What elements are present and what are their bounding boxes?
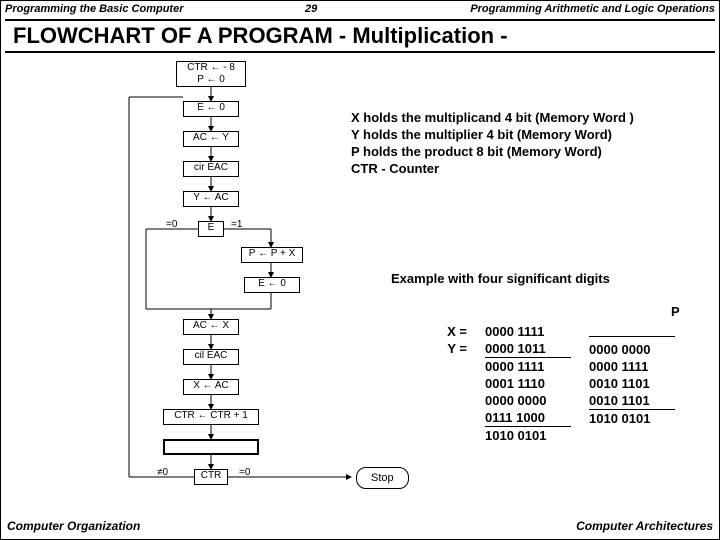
box-empty [163,439,259,455]
footer: Computer Organization Computer Architect… [7,519,713,533]
init-p: P ← 0 [177,74,245,86]
header-left: Programming the Basic Computer [5,3,183,15]
desc-line-3: P holds the product 8 bit (Memory Word) [351,143,634,160]
description: X holds the multiplicand 4 bit (Memory W… [351,109,634,177]
label-e-left: =0 [166,219,177,230]
init-ctr: CTR ← - 8 [177,62,245,74]
page-number: 29 [305,3,317,15]
box-cir-eac: cir EAC [183,161,239,177]
box-ctr: CTR [194,469,228,485]
desc-line-2: Y holds the multiplier 4 bit (Memory Wor… [351,126,634,143]
box-cil-eac: cil EAC [183,349,239,365]
box-init: CTR ← - 8 P ← 0 [176,61,246,87]
example-labels: X = Y = [431,323,467,444]
page: Programming the Basic Computer 29 Progra… [0,0,720,540]
box-e-zero-2: E ← 0 [244,277,300,293]
box-e: E [198,221,224,237]
flowchart: CTR ← - 8 P ← 0 E ← 0 AC ← Y cir EAC Y ←… [121,61,351,511]
box-x-ac: X ← AC [183,379,239,395]
header: Programming the Basic Computer 29 Progra… [5,3,715,15]
label-ctr-left: ≠0 [157,467,168,478]
example-col1: 0000 11110000 10110000 11110001 11100000… [485,323,571,444]
box-ac-y: AC ← Y [183,131,239,147]
stop-terminal: Stop [356,467,409,489]
p-label: P [671,304,680,319]
label-ctr-right: =0 [239,467,250,478]
footer-right: Computer Architectures [576,519,713,533]
box-y-ac: Y ← AC [183,191,239,207]
box-p-plus-x: P ← P + X [241,247,303,263]
title: FLOWCHART OF A PROGRAM - Multiplication … [5,19,715,53]
footer-left: Computer Organization [7,519,140,533]
box-ctr-inc: CTR ← CTR + 1 [163,409,259,425]
example-col2: 0000 00000000 11110010 11010010 11011010… [589,323,675,444]
example-columns: X = Y = 0000 11110000 10110000 11110001 … [431,323,675,444]
header-right: Programming Arithmetic and Logic Operati… [470,3,715,15]
desc-line-4: CTR - Counter [351,160,634,177]
box-e-zero: E ← 0 [183,101,239,117]
box-ac-x: AC ← X [183,319,239,335]
example-title: Example with four significant digits [391,271,610,286]
label-e-right: =1 [231,219,242,230]
desc-line-1: X holds the multiplicand 4 bit (Memory W… [351,109,634,126]
